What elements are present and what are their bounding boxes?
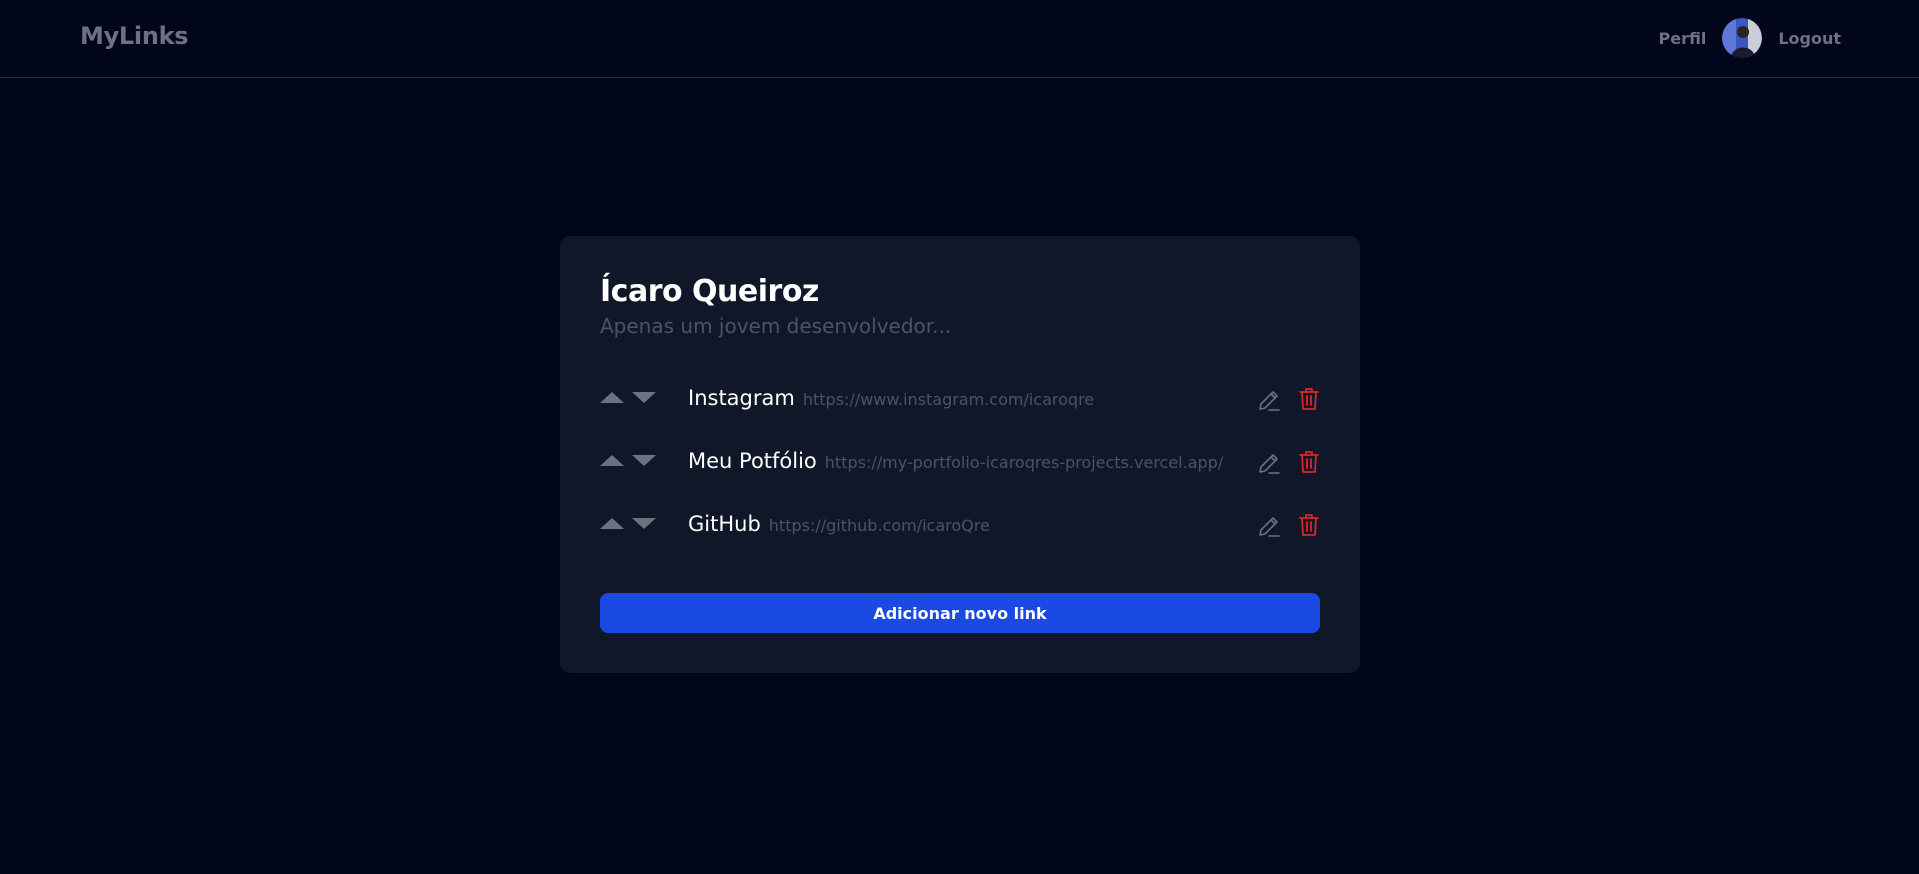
link-info: Instagram https://www.instagram.com/icar… — [688, 386, 1094, 410]
link-title[interactable]: Instagram — [688, 386, 795, 410]
trash-icon[interactable] — [1296, 449, 1322, 475]
profile-card: Ícaro Queiroz Apenas um jovem desenvolve… — [560, 236, 1360, 673]
profile-bio: Apenas um jovem desenvolvedor... — [600, 314, 952, 338]
link-info: Meu Potfólio https://my-portfolio-icaroq… — [688, 449, 1223, 473]
link-title[interactable]: GitHub — [688, 512, 761, 536]
top-navbar: MyLinks Perfil Logout — [0, 0, 1919, 78]
arrow-up-icon[interactable] — [600, 392, 624, 403]
add-link-button[interactable]: Adicionar novo link — [600, 593, 1320, 633]
link-info: GitHub https://github.com/icaroQre — [688, 512, 990, 536]
brand-logo[interactable]: MyLinks — [80, 22, 189, 50]
arrow-down-icon[interactable] — [632, 518, 656, 529]
pencil-icon[interactable] — [1256, 451, 1282, 477]
link-title[interactable]: Meu Potfólio — [688, 449, 817, 473]
arrow-down-icon[interactable] — [632, 455, 656, 466]
arrow-up-icon[interactable] — [600, 518, 624, 529]
user-avatar[interactable] — [1722, 18, 1763, 58]
link-row-instagram: Instagram https://www.instagram.com/icar… — [600, 386, 1320, 449]
link-url[interactable]: https://my-portfolio-icaroqres-projects.… — [825, 453, 1223, 472]
logout-link[interactable]: Logout — [1778, 29, 1841, 48]
link-url[interactable]: https://github.com/icaroQre — [769, 516, 990, 535]
profile-name: Ícaro Queiroz — [600, 274, 819, 309]
arrow-down-icon[interactable] — [632, 392, 656, 403]
trash-icon[interactable] — [1296, 512, 1322, 538]
trash-icon[interactable] — [1296, 386, 1322, 412]
pencil-icon[interactable] — [1256, 514, 1282, 540]
nav-actions: Perfil Logout — [1659, 18, 1841, 58]
arrow-up-icon[interactable] — [600, 455, 624, 466]
avatar-image — [1722, 18, 1763, 58]
link-list: Instagram https://www.instagram.com/icar… — [600, 386, 1320, 575]
link-url[interactable]: https://www.instagram.com/icaroqre — [803, 390, 1094, 409]
pencil-icon[interactable] — [1256, 388, 1282, 414]
link-row-portfolio: Meu Potfólio https://my-portfolio-icaroq… — [600, 449, 1320, 512]
link-row-github: GitHub https://github.com/icaroQre — [600, 512, 1320, 575]
profile-link[interactable]: Perfil — [1659, 29, 1707, 48]
